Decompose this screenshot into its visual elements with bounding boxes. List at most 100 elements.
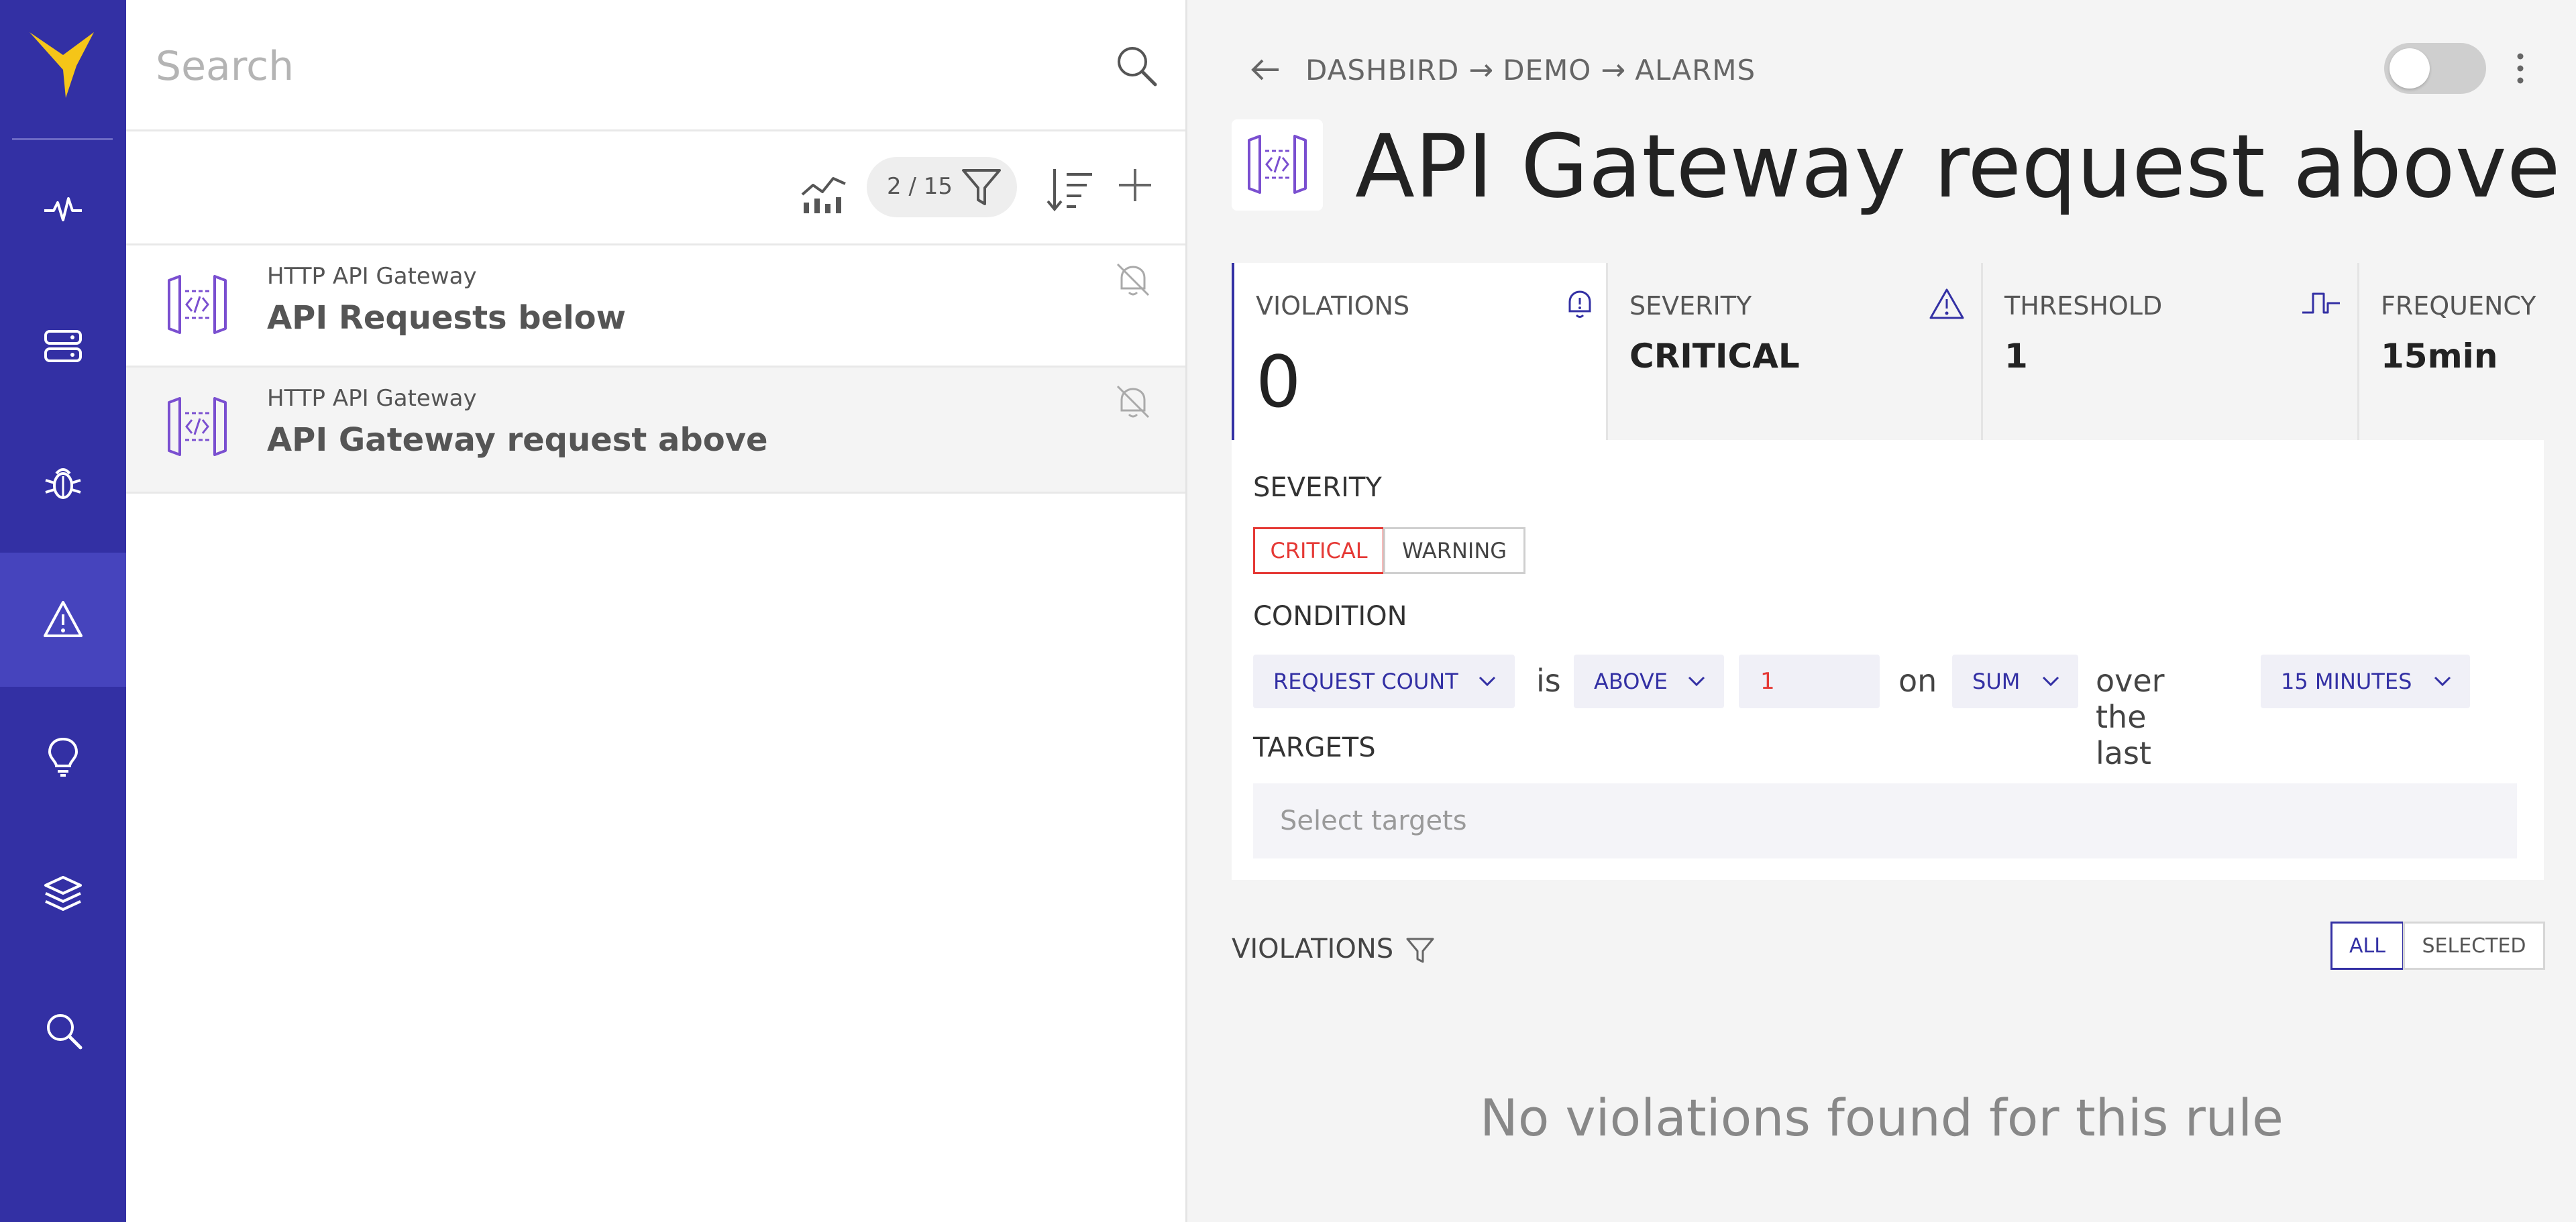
- metric-select[interactable]: REQUEST COUNT: [1253, 655, 1515, 708]
- list-item-type: HTTP API Gateway: [267, 263, 477, 290]
- nav-item-resources[interactable]: [0, 279, 126, 413]
- alarm-settings-form: SEVERITY CRITICAL WARNING CONDITION REQU…: [1232, 440, 2544, 880]
- period-select[interactable]: 15 MINUTES: [2261, 655, 2470, 708]
- violations-label: VIOLATIONS: [1232, 934, 1394, 964]
- violations-filter-selected[interactable]: SELECTED: [2403, 922, 2545, 970]
- condition-label: CONDITION: [1253, 601, 1407, 632]
- stat-frequency[interactable]: FREQUENCY 15min: [2359, 263, 2576, 440]
- api-gateway-icon: [168, 275, 227, 334]
- list-item[interactable]: HTTP API Gateway API Requests below: [126, 245, 1185, 368]
- stat-value: 15min: [2381, 337, 2498, 376]
- bug-icon: [45, 468, 81, 499]
- threshold-input[interactable]: [1739, 655, 1880, 708]
- aggregation-select[interactable]: SUM: [1952, 655, 2078, 708]
- severity-label: SEVERITY: [1253, 472, 1382, 503]
- bell-icon: [1568, 290, 1591, 318]
- activity-icon: [44, 197, 82, 221]
- list-item-name: API Requests below: [267, 299, 626, 337]
- layers-icon: [44, 876, 82, 911]
- severity-warning-button[interactable]: WARNING: [1383, 527, 1525, 574]
- bird-logo-icon: [30, 32, 94, 98]
- muted-bell-icon[interactable]: [1114, 260, 1152, 299]
- nav-item-insights[interactable]: [0, 689, 126, 824]
- breadcrumb-separator: →: [1468, 52, 1494, 87]
- api-gateway-icon: [168, 397, 227, 456]
- stat-label: FREQUENCY: [2381, 291, 2536, 321]
- alarm-icon: [44, 601, 83, 637]
- warning-icon: [1929, 288, 1964, 319]
- list-item[interactable]: HTTP API Gateway API Gateway request abo…: [126, 368, 1185, 494]
- filter-pill[interactable]: 2 / 15: [867, 157, 1017, 217]
- list-toolbar: 2 / 15: [126, 131, 1185, 245]
- search-button[interactable]: [1112, 42, 1161, 90]
- chevron-down-icon: [2434, 676, 2451, 687]
- nav-item-search[interactable]: [0, 963, 126, 1097]
- chevron-down-icon: [2042, 676, 2059, 687]
- operator-select-value: ABOVE: [1594, 669, 1668, 694]
- period-select-value: 15 MINUTES: [2281, 669, 2412, 694]
- resource-type-badge: [1232, 119, 1323, 211]
- page-title: API Gateway request above: [1355, 115, 2561, 217]
- condition-over-text: over the last: [2096, 663, 2165, 771]
- nav-item-alarms[interactable]: [0, 553, 126, 687]
- stat-value: 0: [1256, 341, 1301, 423]
- empty-state-message: No violations found for this rule: [1480, 1088, 2284, 1148]
- search-icon: [1118, 47, 1157, 87]
- metric-select-value: REQUEST COUNT: [1273, 669, 1458, 694]
- search-input[interactable]: [154, 34, 1029, 99]
- resources-icon: [44, 330, 82, 362]
- sort-icon: [1046, 169, 1092, 212]
- stat-violations[interactable]: VIOLATIONS 0: [1232, 263, 1606, 440]
- dashbird-logo[interactable]: [0, 0, 126, 134]
- stat-label: THRESHOLD: [2004, 291, 2163, 321]
- nav-item-activity[interactable]: [0, 142, 126, 276]
- alarm-enabled-toggle[interactable]: [2384, 43, 2486, 94]
- list-item-type: HTTP API Gateway: [267, 385, 477, 412]
- plus-icon: [1119, 169, 1151, 201]
- condition-on-text: on: [1898, 663, 1937, 699]
- add-alarm-button[interactable]: [1112, 162, 1158, 208]
- operator-select[interactable]: ABOVE: [1574, 655, 1724, 708]
- threshold-icon: [2302, 292, 2340, 314]
- breadcrumb-separator: →: [1601, 52, 1626, 87]
- search-icon: [47, 1014, 83, 1050]
- alarm-list-pane: 2 / 15: [126, 0, 1187, 1222]
- targets-label: TARGETS: [1253, 732, 1376, 763]
- toggle-knob: [2390, 48, 2430, 89]
- filter-count: 2 / 15: [887, 173, 953, 200]
- stat-label: SEVERITY: [1629, 291, 1752, 321]
- more-options-icon[interactable]: [2510, 47, 2530, 90]
- violations-filter-all[interactable]: ALL: [2330, 922, 2404, 970]
- filter-icon[interactable]: [1405, 935, 1436, 966]
- filter-icon: [962, 169, 1001, 205]
- breadcrumb-item[interactable]: DASHBIRD: [1305, 54, 1459, 87]
- nav-rail: [0, 0, 126, 1222]
- back-arrow-icon[interactable]: [1248, 52, 1283, 87]
- list-item-name: API Gateway request above: [267, 421, 768, 459]
- api-gateway-icon: [1248, 135, 1307, 194]
- targets-input[interactable]: [1253, 783, 2517, 858]
- sort-button[interactable]: [1045, 165, 1095, 215]
- stat-label: VIOLATIONS: [1256, 291, 1410, 321]
- stat-severity[interactable]: SEVERITY CRITICAL: [1608, 263, 1981, 440]
- severity-critical-button[interactable]: CRITICAL: [1253, 527, 1385, 574]
- alarm-detail-pane: DASHBIRD → DEMO → ALARMS API Gateway req…: [1187, 0, 2576, 1222]
- breadcrumb-item[interactable]: DEMO: [1503, 54, 1591, 87]
- nav-divider: [12, 138, 113, 140]
- breadcrumb: DASHBIRD → DEMO → ALARMS: [1248, 52, 1756, 87]
- nav-item-layers[interactable]: [0, 826, 126, 960]
- stat-value: CRITICAL: [1629, 337, 1800, 376]
- chart-icon: [801, 177, 846, 213]
- chevron-down-icon: [1688, 676, 1705, 687]
- chevron-down-icon: [1479, 676, 1496, 687]
- lightbulb-icon: [48, 737, 78, 777]
- nav-item-errors[interactable]: [0, 416, 126, 550]
- muted-bell-icon[interactable]: [1114, 382, 1152, 421]
- stat-value: 1: [2004, 337, 2028, 376]
- chart-toggle-button[interactable]: [798, 165, 849, 216]
- condition-is-text: is: [1536, 663, 1561, 699]
- search-bar: [126, 0, 1185, 131]
- breadcrumb-item[interactable]: ALARMS: [1635, 54, 1756, 87]
- aggregation-select-value: SUM: [1972, 669, 2021, 694]
- stat-threshold[interactable]: THRESHOLD 1: [1983, 263, 2357, 440]
